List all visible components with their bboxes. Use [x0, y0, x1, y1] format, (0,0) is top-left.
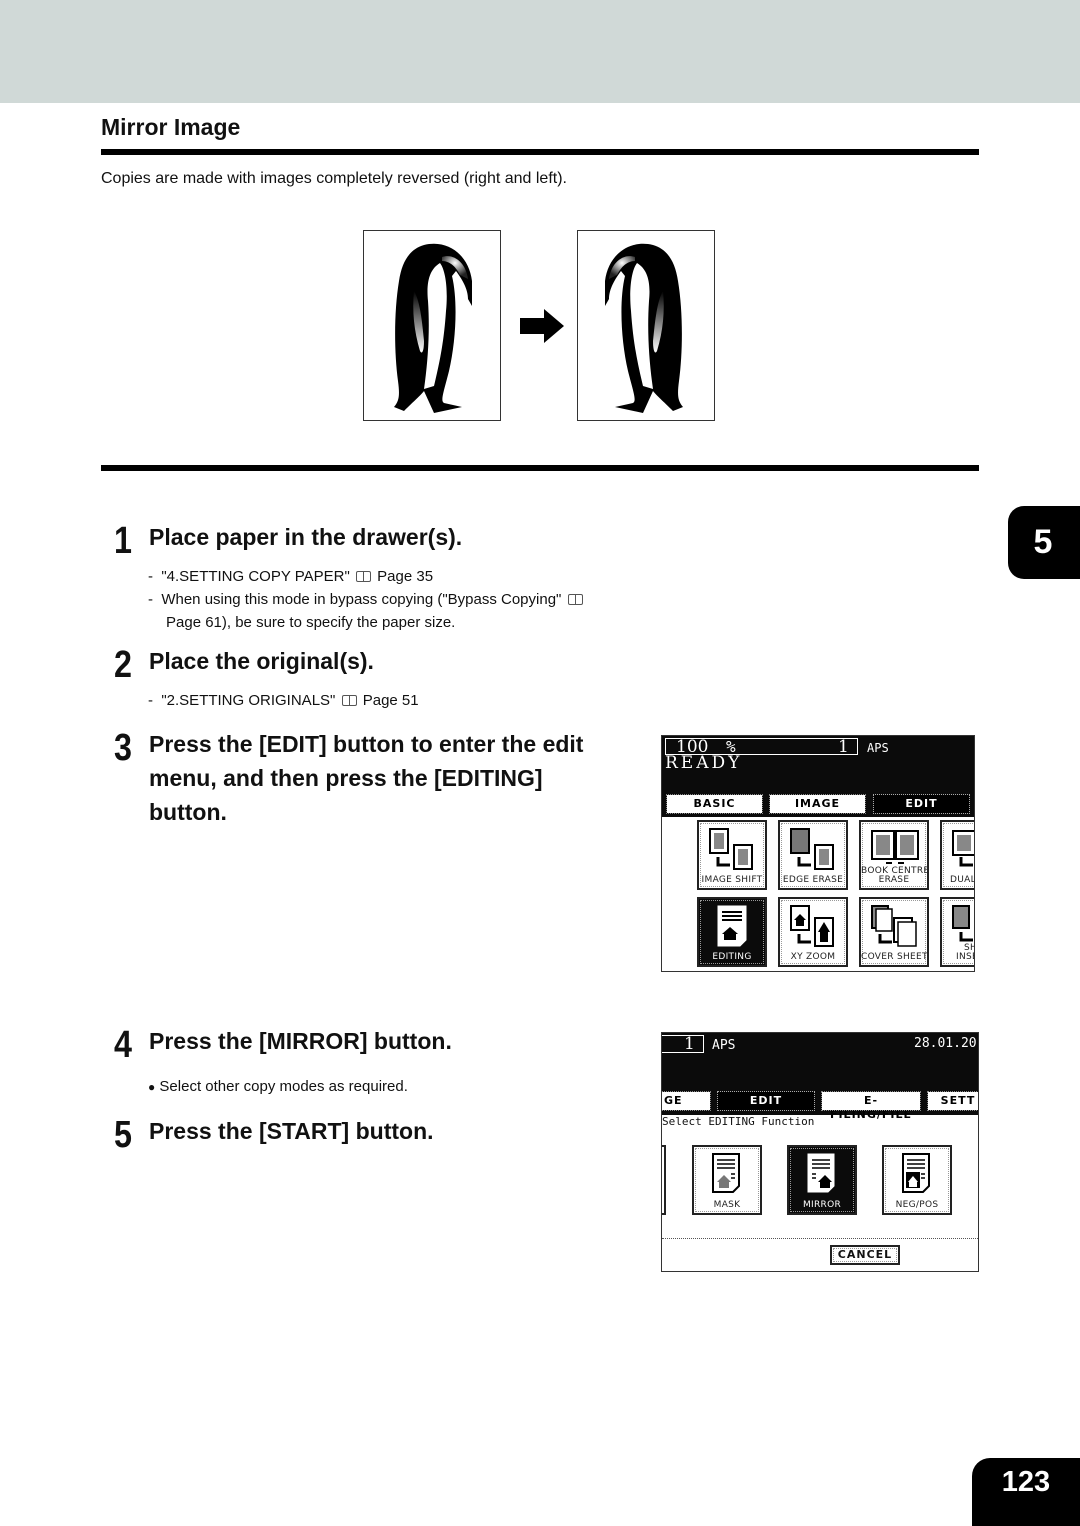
note-continuation: Page 61), be sure to specify the paper s…	[166, 614, 456, 631]
reference-link[interactable]: "2.SETTING ORIGINALS"	[161, 692, 335, 709]
dual-page-button[interactable]: DUAL	[940, 820, 975, 890]
cover-sheet-button[interactable]: COVER SHEET	[859, 897, 929, 967]
date-display: 28.01.20	[914, 1036, 977, 1051]
intro-text: Copies are made with images completely r…	[101, 170, 567, 187]
step-title-line: Press the [EDIT] button to enter the edi…	[149, 731, 584, 757]
mirrored-figure	[577, 230, 715, 421]
book-icon	[356, 571, 371, 582]
paper-mode: APS	[867, 741, 889, 755]
tab-image[interactable]: GE	[662, 1091, 711, 1111]
tab-bar: BASIC IMAGE EDIT	[662, 791, 974, 817]
mirror-button[interactable]: MIRROR	[787, 1145, 857, 1215]
tab-settings[interactable]: SETT	[927, 1091, 978, 1111]
button-label-line2: INSE	[956, 952, 974, 962]
control-panel-screen-editing: 1 APS 28.01.20 GE EDIT E-FILING/FILE SET…	[661, 1032, 979, 1272]
step-title-line: button.	[149, 799, 227, 825]
button-label: COVER SHEET	[861, 952, 928, 962]
image-shift-icon	[709, 828, 753, 870]
step-title-line: menu, and then press the [EDITING]	[149, 765, 543, 791]
mask-icon	[712, 1153, 740, 1193]
reference-link[interactable]: "4.SETTING COPY PAPER"	[161, 568, 349, 585]
divider	[662, 1238, 978, 1239]
button-label-line2: ERASE	[878, 875, 910, 885]
page-number: 123	[972, 1458, 1080, 1526]
penguin-mirrored-icon	[605, 243, 683, 413]
tab-basic[interactable]: BASIC	[666, 794, 763, 814]
sheet-insertion-button[interactable]: SH INSE	[940, 897, 974, 967]
mirror-icon	[807, 1153, 835, 1193]
tab-edit[interactable]: EDIT	[873, 794, 970, 814]
xy-zoom-icon	[790, 905, 834, 947]
step-number: 2	[114, 644, 132, 686]
control-panel-screen-edit: 100 % 1 APS READY BASIC IMAGE EDIT IMAGE…	[661, 735, 975, 972]
edge-erase-button[interactable]: EDGE ERASE	[778, 820, 848, 890]
tab-e-filing-file[interactable]: E-FILING/FILE	[821, 1091, 921, 1121]
tab-edit[interactable]: EDIT	[717, 1091, 815, 1111]
penguin-original-icon	[394, 243, 472, 413]
section-title: Mirror Image	[101, 114, 241, 140]
note-item: ● Select other copy modes as required.	[148, 1078, 408, 1095]
neg-pos-button[interactable]: NEG/POS	[882, 1145, 952, 1215]
status-area: 100 % 1 APS READY	[662, 736, 974, 791]
note-item: - "4.SETTING COPY PAPER" Page 35	[148, 568, 434, 585]
cancel-button[interactable]: CANCEL	[830, 1245, 900, 1265]
step-title: Press the [MIRROR] button.	[149, 1028, 452, 1054]
paper-mode: APS	[712, 1038, 736, 1053]
note-item: - When using this mode in bypass copying…	[148, 588, 585, 611]
tab-bar: GE EDIT E-FILING/FILE SETT	[662, 1087, 978, 1121]
xy-zoom-button[interactable]: XY ZOOM	[778, 897, 848, 967]
button-label: XY ZOOM	[790, 952, 836, 962]
book-icon	[341, 695, 357, 706]
button-label: NEG/POS	[895, 1200, 939, 1210]
note-item: - "2.SETTING ORIGINALS" Page 51	[148, 692, 419, 709]
step-number: 4	[114, 1024, 132, 1066]
status-area: 1 APS 28.01.20	[662, 1033, 978, 1087]
header-band	[0, 0, 1080, 103]
page-ref[interactable]: Page 35	[377, 568, 433, 585]
chapter-tab[interactable]: 5	[1008, 506, 1080, 579]
bullet-icon: ●	[148, 1080, 156, 1094]
button-label: EDGE ERASE	[782, 875, 844, 885]
scroll-left-button[interactable]	[662, 1145, 666, 1215]
button-label: IMAGE SHIFT	[701, 875, 763, 885]
dual-page-icon	[952, 830, 974, 867]
page-ref[interactable]: Page 51	[363, 692, 419, 709]
tab-image[interactable]: IMAGE	[769, 794, 866, 814]
button-label: MASK	[713, 1200, 741, 1210]
button-label: DUAL	[950, 875, 975, 885]
step-number: 1	[114, 520, 132, 562]
mask-button[interactable]: MASK	[692, 1145, 762, 1215]
editing-button[interactable]: EDITING	[697, 897, 767, 967]
step-title: Place paper in the drawer(s).	[149, 524, 463, 550]
step-number: 3	[114, 727, 132, 769]
step-title: Press the [START] button.	[149, 1118, 434, 1144]
editing-icon	[717, 905, 747, 947]
button-label: EDITING	[712, 952, 752, 962]
original-figure	[363, 230, 501, 421]
button-label: MIRROR	[802, 1200, 842, 1210]
image-shift-button[interactable]: IMAGE SHIFT	[697, 820, 767, 890]
status-ready: READY	[665, 753, 743, 773]
prompt-text: Select EDITING Function	[662, 1115, 815, 1128]
book-icon	[567, 594, 583, 605]
book-centre-erase-button[interactable]: BOOK CENTRE ERASE	[859, 820, 929, 890]
cover-sheet-icon	[871, 905, 917, 947]
right-arrow-icon	[520, 309, 564, 343]
edge-erase-icon	[790, 828, 834, 870]
figure-rule	[101, 465, 979, 471]
neg-pos-icon	[902, 1153, 930, 1193]
copies-count: 1	[684, 1034, 695, 1054]
title-rule	[101, 149, 979, 155]
step-number: 5	[114, 1114, 132, 1156]
copies-box	[662, 1035, 704, 1053]
step-title: Place the original(s).	[149, 648, 374, 674]
copies-count: 1	[838, 737, 849, 757]
